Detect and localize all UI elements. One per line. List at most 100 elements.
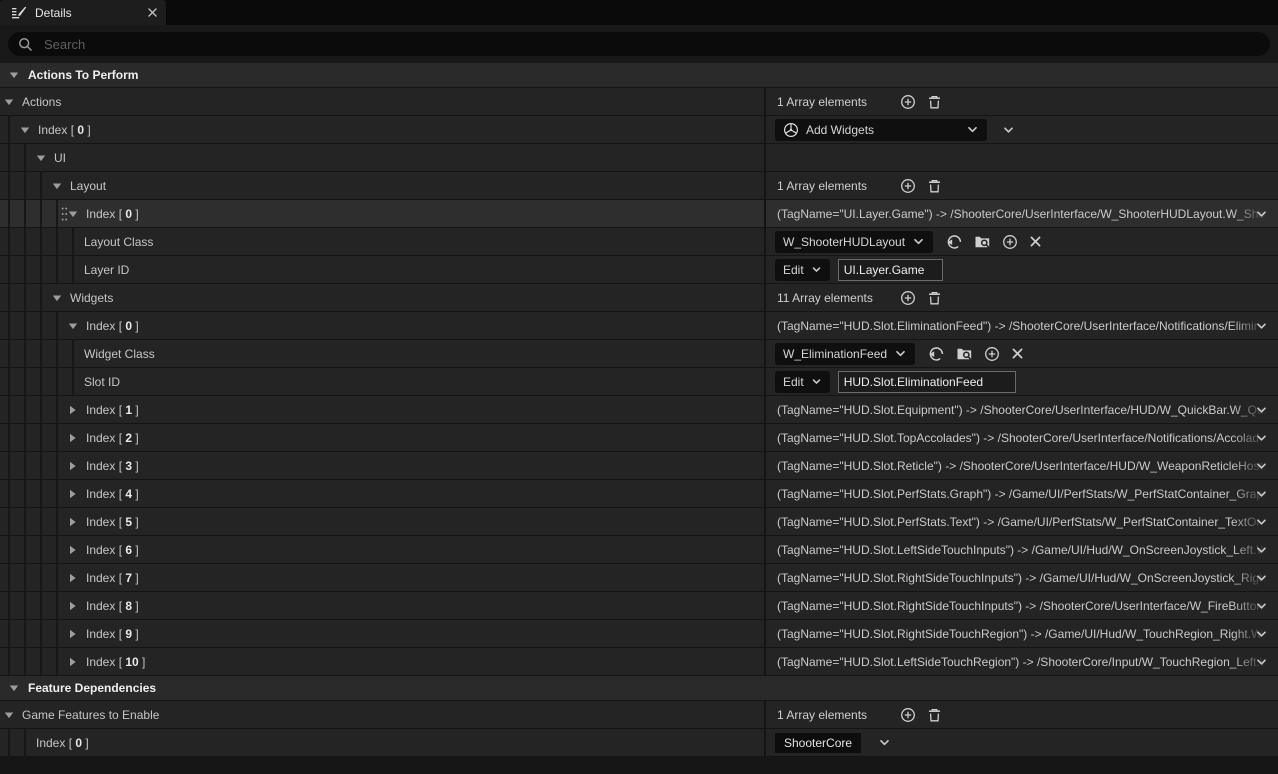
property-name-cell[interactable]: Index [ 10 ] — [0, 648, 766, 675]
property-name-cell[interactable]: UI — [0, 144, 766, 171]
add-array-element-button[interactable] — [900, 178, 916, 194]
tag-value-input[interactable] — [838, 371, 1017, 393]
clear-reference-button[interactable] — [1029, 235, 1042, 248]
indent-guide — [24, 508, 26, 535]
empty-array-button[interactable] — [927, 178, 942, 194]
property-name-cell[interactable]: Layer ID — [0, 256, 766, 283]
value-options-dropdown[interactable] — [1255, 571, 1268, 584]
add-array-element-button[interactable] — [900, 94, 916, 110]
tag-value-input[interactable] — [838, 259, 943, 281]
new-asset-button[interactable] — [984, 346, 1000, 362]
property-value-cell: Edit — [766, 368, 1278, 395]
expand-arrow-icon[interactable] — [68, 209, 78, 218]
property-name-cell[interactable]: Index [ 1 ] — [0, 396, 766, 423]
collapse-arrow-icon[interactable] — [68, 405, 77, 415]
expand-arrow-icon[interactable] — [4, 97, 14, 106]
feature-name-input[interactable]: ShooterCore — [775, 733, 861, 753]
indent-guide — [8, 592, 10, 619]
expand-arrow-icon[interactable] — [52, 181, 62, 190]
value-options-dropdown[interactable] — [1255, 207, 1268, 220]
collapse-arrow-icon[interactable] — [68, 573, 77, 583]
collapse-arrow-icon[interactable] — [68, 545, 77, 555]
indent-guide — [8, 564, 10, 591]
indent-guide — [56, 228, 58, 255]
value-options-dropdown[interactable] — [1255, 543, 1268, 556]
value-options-dropdown[interactable] — [1255, 403, 1268, 416]
search-input[interactable] — [42, 36, 1260, 53]
property-name-cell[interactable]: Index [ 0 ] — [0, 729, 766, 756]
property-name-cell[interactable]: Slot ID — [0, 368, 766, 395]
property-name-cell[interactable]: Index [ 9 ] — [0, 620, 766, 647]
indent-guide — [40, 284, 42, 311]
property-name-cell[interactable]: Index [ 8 ] — [0, 592, 766, 619]
element-options-dropdown[interactable] — [1002, 123, 1015, 136]
drag-handle-icon[interactable] — [61, 206, 68, 221]
add-array-element-button[interactable] — [900, 707, 916, 723]
value-options-dropdown[interactable] — [1255, 459, 1268, 472]
expand-arrow-icon[interactable] — [9, 684, 19, 693]
feature-name-dropdown[interactable] — [878, 736, 891, 749]
property-name-cell[interactable]: Index [ 5 ] — [0, 508, 766, 535]
collapse-arrow-icon[interactable] — [68, 517, 77, 527]
property-name-cell[interactable]: Index [ 7 ] — [0, 564, 766, 591]
collapse-arrow-icon[interactable] — [68, 433, 77, 443]
empty-array-button[interactable] — [927, 707, 942, 723]
expand-arrow-icon[interactable] — [36, 153, 46, 162]
property-name-cell[interactable]: Layout Class — [0, 228, 766, 255]
indent-guide — [8, 172, 10, 199]
use-selected-asset-button[interactable] — [946, 234, 963, 250]
value-options-dropdown[interactable] — [1255, 431, 1268, 444]
property-name-cell[interactable]: Layout — [0, 172, 766, 199]
value-options-dropdown[interactable] — [1255, 515, 1268, 528]
expand-arrow-icon[interactable] — [68, 321, 78, 330]
collapse-arrow-icon[interactable] — [68, 629, 77, 639]
tab-close-button[interactable] — [147, 7, 158, 18]
new-asset-button[interactable] — [1002, 234, 1018, 250]
value-options-dropdown[interactable] — [1255, 319, 1268, 332]
collapse-arrow-icon[interactable] — [68, 489, 77, 499]
search-box[interactable] — [8, 32, 1270, 56]
collapse-arrow-icon[interactable] — [68, 601, 77, 611]
collapse-arrow-icon[interactable] — [68, 461, 77, 471]
property-row-index-4: Index [ 4 ](TagName="HUD.Slot.PerfStats.… — [0, 480, 1278, 508]
add-widgets-dropdown[interactable]: Add Widgets — [775, 119, 987, 141]
tab-details[interactable]: Details — [0, 0, 166, 25]
property-name-cell[interactable]: Widget Class — [0, 340, 766, 367]
value-options-dropdown[interactable] — [1255, 487, 1268, 500]
indent-guide — [40, 648, 42, 675]
value-options-dropdown[interactable] — [1255, 627, 1268, 640]
property-name-cell[interactable]: Widgets — [0, 284, 766, 311]
value-options-dropdown[interactable] — [1255, 599, 1268, 612]
edit-tag-button[interactable]: Edit — [775, 371, 830, 393]
property-name-cell[interactable]: Actions — [0, 88, 766, 115]
property-name-cell[interactable]: Game Features to Enable — [0, 701, 766, 728]
class-picker-dropdown[interactable]: W_EliminationFeed — [775, 343, 915, 365]
property-name-cell[interactable]: Index [ 3 ] — [0, 452, 766, 479]
property-name-cell[interactable]: Index [ 0 ] — [0, 200, 766, 227]
expand-arrow-icon[interactable] — [9, 71, 19, 80]
edit-tag-button[interactable]: Edit — [775, 259, 830, 281]
property-value-cell: (TagName="HUD.Slot.Equipment") -> /Shoot… — [766, 396, 1278, 423]
empty-array-button[interactable] — [927, 94, 942, 110]
expand-arrow-icon[interactable] — [52, 293, 62, 302]
property-name-cell[interactable]: Index [ 0 ] — [0, 312, 766, 339]
index-label-prefix: Index [ — [86, 571, 125, 585]
property-name-cell[interactable]: Index [ 2 ] — [0, 424, 766, 451]
collapse-arrow-icon[interactable] — [68, 657, 77, 667]
class-picker-dropdown[interactable]: W_ShooterHUDLayout — [775, 231, 933, 253]
empty-array-button[interactable] — [927, 290, 942, 306]
property-name-cell[interactable]: Index [ 6 ] — [0, 536, 766, 563]
property-name-cell[interactable]: Index [ 0 ] — [0, 116, 766, 143]
browse-to-asset-button[interactable] — [974, 234, 991, 250]
category-header-feature-dependencies[interactable]: Feature Dependencies — [0, 676, 1278, 701]
category-header-actions-to-perform[interactable]: Actions To Perform — [0, 63, 1278, 88]
add-array-element-button[interactable] — [900, 290, 916, 306]
property-value-cell: (TagName="UI.Layer.Game") -> /ShooterCor… — [766, 200, 1278, 227]
browse-to-asset-button[interactable] — [956, 346, 973, 362]
clear-reference-button[interactable] — [1011, 347, 1024, 360]
use-selected-asset-button[interactable] — [928, 346, 945, 362]
expand-arrow-icon[interactable] — [20, 125, 30, 134]
expand-arrow-icon[interactable] — [4, 710, 14, 719]
value-options-dropdown[interactable] — [1255, 655, 1268, 668]
property-name-cell[interactable]: Index [ 4 ] — [0, 480, 766, 507]
